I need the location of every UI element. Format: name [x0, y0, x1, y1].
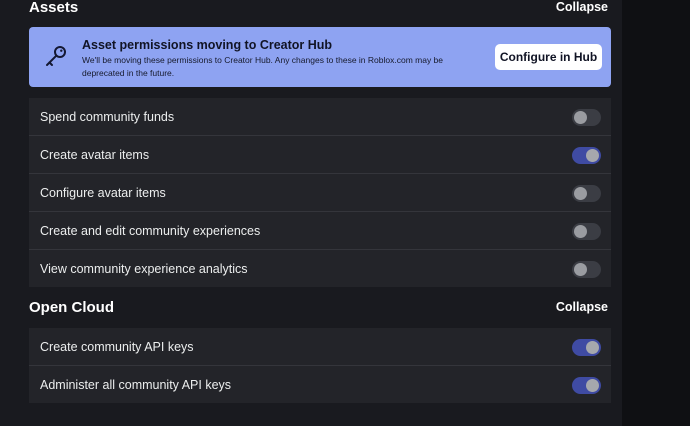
open-cloud-collapse-button[interactable]: Collapse [556, 300, 608, 314]
configure-in-hub-button[interactable]: Configure in Hub [495, 44, 602, 70]
toggle-knob [586, 379, 599, 392]
permission-toggle[interactable] [572, 185, 601, 202]
permission-label: Configure avatar items [40, 186, 166, 200]
toggle-knob [586, 149, 599, 162]
permission-label: Administer all community API keys [40, 378, 232, 392]
permission-toggle[interactable] [572, 223, 601, 240]
permission-label: View community experience analytics [40, 262, 248, 276]
open-cloud-section-title: Open Cloud [29, 299, 114, 316]
group-permissions-page: Assets Collapse Asset permissions moving… [0, 0, 622, 426]
permission-row: Create avatar items [29, 136, 611, 174]
permission-row: Create and edit community experiences [29, 212, 611, 250]
toggle-knob [574, 263, 587, 276]
permission-toggle[interactable] [572, 261, 601, 278]
assets-section-title: Assets [29, 0, 79, 16]
permission-row: View community experience analytics [29, 250, 611, 287]
toggle-knob [574, 111, 587, 124]
permission-label: Spend community funds [40, 110, 175, 124]
permission-row: Spend community funds [29, 98, 611, 136]
permission-toggle[interactable] [572, 339, 601, 356]
permission-row: Create community API keys [29, 328, 611, 366]
permission-toggle[interactable] [572, 147, 601, 164]
assets-permission-list: Spend community funds Create avatar items… [29, 98, 611, 287]
banner-title: Asset permissions moving to Creator Hub [82, 38, 333, 52]
assets-collapse-button[interactable]: Collapse [556, 0, 608, 14]
permission-row: Administer all community API keys [29, 366, 611, 403]
open-cloud-section-header: Open Cloud Collapse [29, 299, 611, 321]
permission-toggle[interactable] [572, 377, 601, 394]
permission-row: Configure avatar items [29, 174, 611, 212]
permission-label: Create and edit community experiences [40, 224, 261, 238]
banner-description: We'll be moving these permissions to Cre… [82, 55, 444, 78]
toggle-knob [586, 341, 599, 354]
assets-section-header: Assets Collapse [29, 0, 611, 21]
toggle-knob [574, 187, 587, 200]
permission-toggle[interactable] [572, 109, 601, 126]
open-cloud-permission-list: Create community API keys Administer all … [29, 328, 611, 403]
toggle-knob [574, 225, 587, 238]
key-icon [43, 44, 69, 70]
permission-label: Create avatar items [40, 148, 150, 162]
creator-hub-banner: Asset permissions moving to Creator Hub … [29, 27, 611, 87]
permission-label: Create community API keys [40, 340, 194, 354]
